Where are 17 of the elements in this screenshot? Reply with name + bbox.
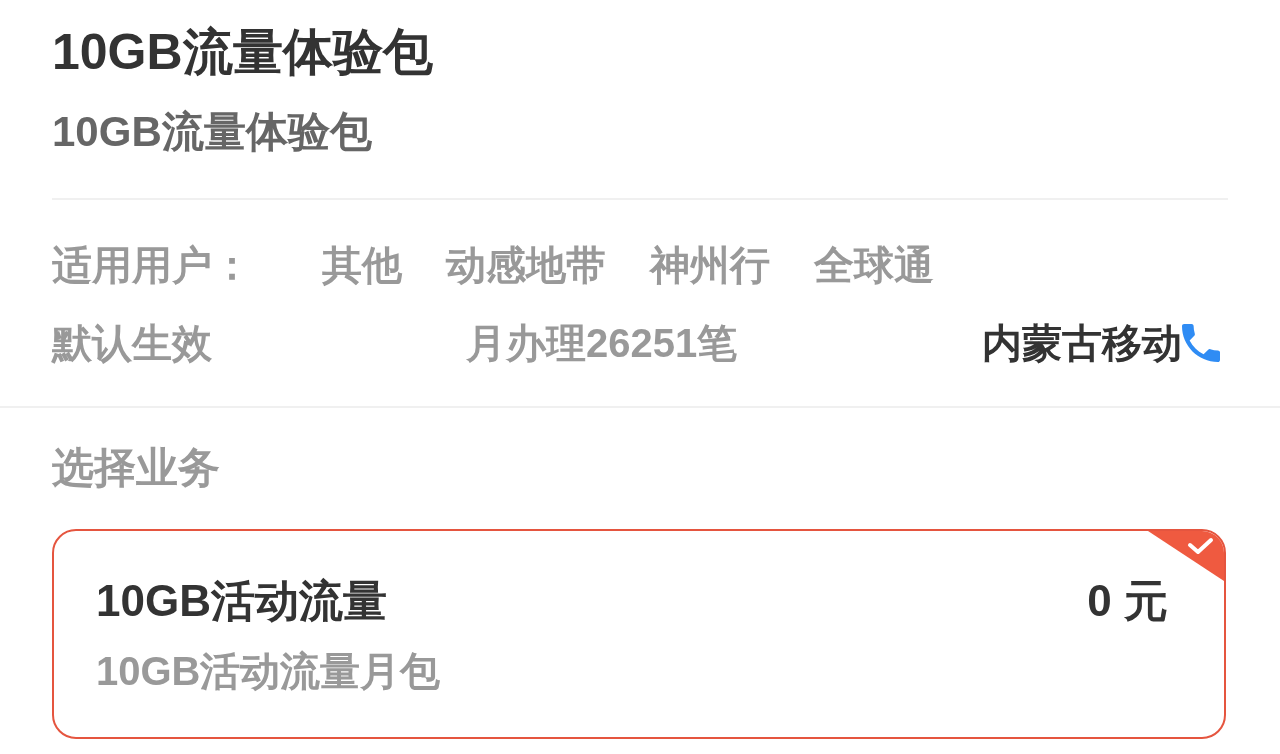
option-description: 10GB活动流量月包 xyxy=(96,648,442,695)
selected-check-icon xyxy=(1148,531,1224,581)
service-option[interactable]: 10GB活动流量 0 元 10GB活动流量月包 xyxy=(52,529,1226,739)
users-label: 适用用户： xyxy=(52,242,252,289)
phone-icon[interactable] xyxy=(1182,324,1220,362)
package-title: 10GB流量体验包 xyxy=(52,23,434,82)
section-title: 选择业务 xyxy=(52,443,221,493)
monthly-count: 月办理26251笔 xyxy=(466,320,738,367)
effect-text: 默认生效 xyxy=(52,320,213,367)
provider-name: 内蒙古移动 xyxy=(982,320,1182,367)
option-name: 10GB活动流量 xyxy=(96,575,387,627)
package-subtitle: 10GB流量体验包 xyxy=(52,107,373,157)
user-type: 神州行 xyxy=(650,242,770,289)
user-type: 动感地带 xyxy=(446,242,606,289)
option-price: 0 元 xyxy=(1087,578,1168,624)
user-type: 全球通 xyxy=(814,242,934,289)
user-type: 其他 xyxy=(322,242,402,289)
